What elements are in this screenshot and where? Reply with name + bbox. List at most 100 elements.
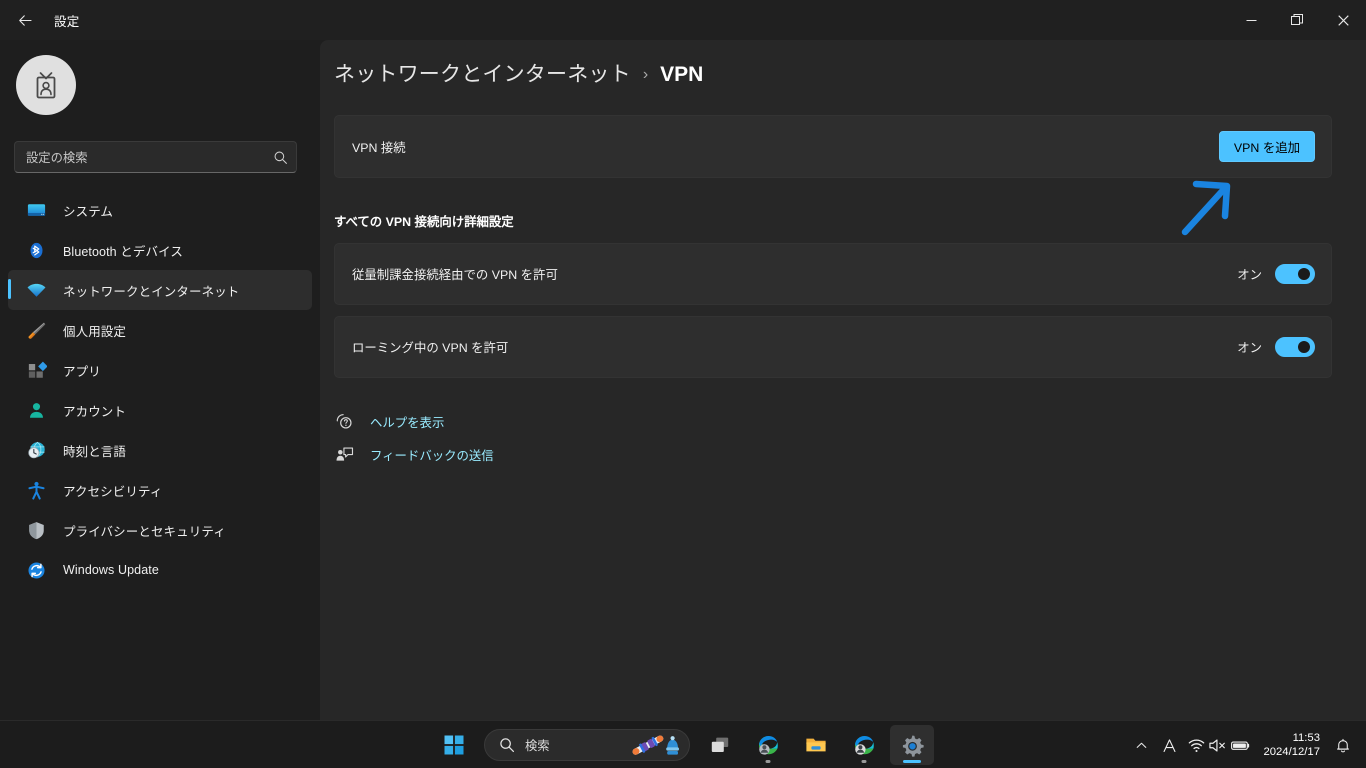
volume-muted-icon <box>1209 738 1226 752</box>
wifi-icon <box>1189 738 1205 752</box>
edge-icon <box>855 736 874 755</box>
clock-globe-icon <box>24 438 48 462</box>
winter-sports-illustration-icon <box>627 731 683 759</box>
sidebar-item-accessibility[interactable]: アクセシビリティ <box>8 470 312 510</box>
toggle-state-label: オン <box>1237 268 1262 282</box>
maximize-button[interactable] <box>1274 0 1320 40</box>
send-feedback-link[interactable]: フィードバックの送信 <box>332 445 494 464</box>
main-content: ネットワークとインターネット › VPN VPN 接続 VPN を追加 すべての… <box>320 40 1366 728</box>
edge-browser-2-button[interactable] <box>842 725 886 765</box>
sidebar-item-apps[interactable]: アプリ <box>8 350 312 390</box>
title-bar: 設定 <box>0 0 1366 40</box>
vpn-connections-card: VPN 接続 VPN を追加 <box>334 115 1332 178</box>
start-button[interactable] <box>432 725 476 765</box>
window-controls <box>1228 0 1366 40</box>
clock-button[interactable]: 11:53 2024/12/17 <box>1255 726 1328 764</box>
edge-icon <box>759 736 778 755</box>
account-icon <box>24 398 48 422</box>
toggle-state-label: オン <box>1237 341 1262 355</box>
toggle-knob <box>1298 341 1310 353</box>
sidebar-item-label: システム <box>63 204 114 219</box>
accessibility-icon <box>24 478 48 502</box>
vpn-connections-label: VPN 接続 <box>352 140 406 155</box>
settings-search-box[interactable]: 設定の検索 <box>14 141 297 173</box>
bluetooth-icon <box>24 238 48 262</box>
sidebar-item-label: ネットワークとインターネット <box>63 284 240 299</box>
running-indicator <box>861 760 867 763</box>
restore-icon <box>1291 14 1303 25</box>
taskbar-date: 2024/12/17 <box>1263 746 1320 758</box>
allow-vpn-over-metered-toggle[interactable] <box>1275 264 1315 284</box>
running-indicator <box>765 760 771 763</box>
back-button[interactable] <box>8 5 42 35</box>
shield-icon <box>24 518 48 542</box>
sidebar: 設定の検索 システム Bluetooth とデバイス ネットワークとインターネッ… <box>0 40 320 728</box>
sidebar-item-bluetooth-devices[interactable]: Bluetooth とデバイス <box>8 230 312 270</box>
sidebar-nav: システム Bluetooth とデバイス ネットワークとインターネット 個人用設… <box>8 190 312 590</box>
allow-vpn-over-metered-row[interactable]: 従量制課金接続経由での VPN を許可 オン <box>334 243 1332 305</box>
settings-window: 設定 設定の検索 システム Bluetooth とデバイス ネットワークとインタ… <box>0 0 1366 768</box>
sidebar-item-label: 時刻と言語 <box>63 444 127 459</box>
taskbar: 検索 11:53 2024/12/17 <box>0 720 1366 768</box>
sidebar-item-privacy-security[interactable]: プライバシーとセキュリティ <box>8 510 312 550</box>
sidebar-item-personalization[interactable]: 個人用設定 <box>8 310 312 350</box>
sidebar-item-label: 個人用設定 <box>63 324 127 339</box>
taskbar-search-box[interactable]: 検索 <box>484 729 690 761</box>
settings-app-button[interactable] <box>890 725 934 765</box>
system-icon <box>24 198 48 222</box>
update-icon <box>24 558 48 582</box>
window-title: 設定 <box>54 14 80 29</box>
paintbrush-icon <box>24 318 48 342</box>
sidebar-item-label: アクセシビリティ <box>63 484 163 499</box>
sidebar-item-system[interactable]: システム <box>8 190 312 230</box>
sidebar-item-accounts[interactable]: アカウント <box>8 390 312 430</box>
get-help-link[interactable]: ヘルプを表示 <box>332 412 444 431</box>
send-feedback-label: フィードバックの送信 <box>370 448 494 463</box>
taskbar-search-input[interactable]: 検索 <box>525 736 550 754</box>
breadcrumb-separator-icon: › <box>642 66 649 83</box>
chevron-up-icon <box>1137 742 1147 748</box>
breadcrumb-parent[interactable]: ネットワークとインターネット <box>334 58 631 88</box>
sidebar-item-time-language[interactable]: 時刻と言語 <box>8 430 312 470</box>
ime-indicator-button[interactable] <box>1155 726 1184 764</box>
page-title: VPN <box>660 63 704 86</box>
feedback-icon <box>332 445 356 464</box>
bell-icon <box>1336 738 1350 752</box>
show-hidden-icons-button[interactable] <box>1128 726 1155 764</box>
task-view-icon <box>711 737 729 752</box>
add-vpn-button[interactable]: VPN を追加 <box>1218 131 1315 162</box>
search-icon <box>274 151 287 164</box>
file-explorer-button[interactable] <box>794 725 838 765</box>
battery-icon <box>1231 741 1250 750</box>
wifi-icon <box>24 278 48 302</box>
back-arrow-icon <box>18 14 32 26</box>
sidebar-item-label: アプリ <box>63 364 101 379</box>
system-tray: 11:53 2024/12/17 <box>1128 721 1358 768</box>
sidebar-item-label: アカウント <box>63 404 127 419</box>
edge-browser-button[interactable] <box>746 725 790 765</box>
active-app-indicator <box>903 760 921 763</box>
notifications-button[interactable] <box>1328 726 1358 764</box>
ime-letter-a-icon <box>1163 738 1176 752</box>
avatar[interactable] <box>16 55 76 115</box>
sidebar-item-label: Bluetooth とデバイス <box>63 244 183 259</box>
quick-settings-button[interactable] <box>1184 726 1255 764</box>
sidebar-item-network-internet[interactable]: ネットワークとインターネット <box>8 270 312 310</box>
minimize-icon <box>1246 19 1256 21</box>
help-icon <box>332 412 356 431</box>
sidebar-item-label: プライバシーとセキュリティ <box>63 524 226 539</box>
apps-icon <box>24 358 48 382</box>
minimize-button[interactable] <box>1228 0 1274 40</box>
start-icon <box>444 735 464 755</box>
setting-label: ローミング中の VPN を許可 <box>352 341 509 355</box>
advanced-settings-heading: すべての VPN 接続向け詳細設定 <box>334 215 514 229</box>
taskbar-time: 11:53 <box>1292 732 1320 744</box>
allow-vpn-while-roaming-toggle[interactable] <box>1275 337 1315 357</box>
allow-vpn-while-roaming-row[interactable]: ローミング中の VPN を許可 オン <box>334 316 1332 378</box>
sidebar-item-windows-update[interactable]: Windows Update <box>8 550 312 590</box>
folder-icon <box>806 738 826 752</box>
breadcrumb: ネットワークとインターネット › VPN <box>334 58 703 88</box>
search-input[interactable]: 設定の検索 <box>26 148 273 166</box>
task-view-button[interactable] <box>698 725 742 765</box>
close-button[interactable] <box>1320 0 1366 40</box>
